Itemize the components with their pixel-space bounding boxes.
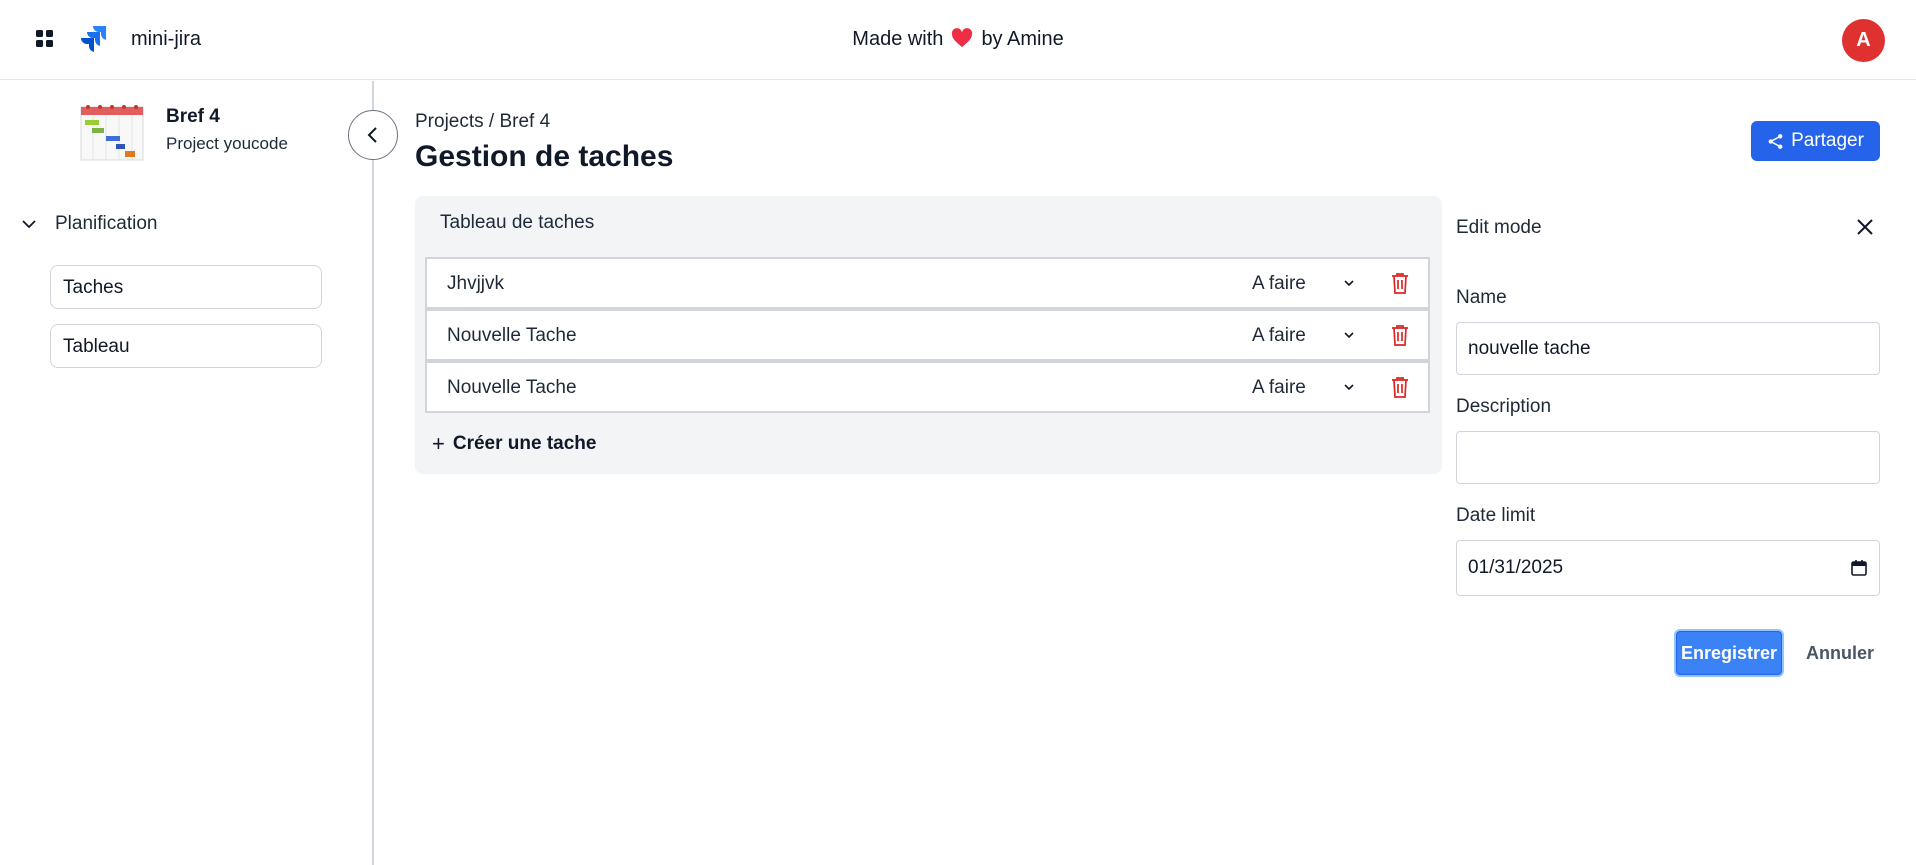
- name-field[interactable]: [1456, 322, 1880, 375]
- breadcrumb[interactable]: Projects / Bref 4: [415, 111, 550, 133]
- project-subtitle: Project youcode: [166, 134, 288, 153]
- share-icon: [1768, 133, 1783, 149]
- date-field[interactable]: 01/31/2025: [1456, 540, 1880, 596]
- chevron-down-icon: [22, 220, 36, 229]
- heart-icon: [952, 28, 973, 48]
- chevron-down-icon[interactable]: [1341, 327, 1357, 343]
- share-button[interactable]: Partager: [1751, 121, 1880, 161]
- description-label: Description: [1456, 396, 1552, 417]
- sidebar: Bref 4 Project youcode Planification Tac…: [0, 81, 374, 865]
- calendar-icon[interactable]: [1850, 559, 1868, 577]
- board-title: Tableau de taches: [440, 212, 595, 233]
- task-status-select[interactable]: A faire: [1252, 325, 1306, 347]
- project-name: Bref 4: [166, 106, 220, 127]
- made-with-suffix: by Amine: [981, 28, 1064, 50]
- task-status-select[interactable]: A faire: [1252, 377, 1306, 399]
- create-task-label: Créer une tache: [452, 433, 597, 454]
- task-name: Nouvelle Tache: [447, 377, 577, 398]
- sidebar-item-tableau[interactable]: Tableau: [50, 324, 322, 368]
- chevron-down-icon[interactable]: [1341, 379, 1357, 395]
- date-label: Date limit: [1456, 505, 1536, 526]
- trash-icon[interactable]: [1389, 271, 1411, 295]
- sidebar-item-taches[interactable]: Taches: [50, 265, 322, 309]
- page-title: Gestion de taches: [415, 140, 674, 173]
- section-toggle-planification[interactable]: Planification: [20, 213, 157, 235]
- edit-panel-title: Edit mode: [1456, 217, 1542, 238]
- chevron-down-icon[interactable]: [1341, 275, 1357, 291]
- task-row[interactable]: Nouvelle Tache A faire: [425, 361, 1430, 413]
- task-status-select[interactable]: A faire: [1252, 273, 1306, 295]
- save-button[interactable]: Enregistrer: [1674, 629, 1784, 677]
- create-task-button[interactable]: + Créer une tache: [432, 433, 596, 455]
- made-with-prefix: Made with: [852, 28, 944, 50]
- description-field[interactable]: [1456, 431, 1880, 484]
- plus-icon: +: [432, 431, 445, 456]
- task-row[interactable]: Jhvjjvk A faire: [425, 257, 1430, 309]
- user-avatar[interactable]: A: [1842, 19, 1885, 62]
- collapse-sidebar-button[interactable]: [348, 110, 398, 160]
- trash-icon[interactable]: [1389, 375, 1411, 399]
- section-label: Planification: [55, 213, 158, 234]
- top-bar: mini-jira Made with by Amine A: [0, 0, 1916, 80]
- task-row[interactable]: Nouvelle Tache A faire: [425, 309, 1430, 361]
- close-icon[interactable]: [1855, 217, 1875, 237]
- task-board: Tableau de taches Jhvjjvk A faire Nouvel…: [415, 196, 1442, 474]
- name-label: Name: [1456, 287, 1507, 308]
- share-label: Partager: [1791, 130, 1864, 151]
- project-gantt-icon: [80, 105, 144, 161]
- chevron-left-icon: [367, 127, 377, 143]
- trash-icon[interactable]: [1389, 323, 1411, 347]
- task-name: Nouvelle Tache: [447, 325, 577, 346]
- made-with-credit: Made with by Amine: [0, 28, 1916, 51]
- task-name: Jhvjjvk: [447, 273, 505, 294]
- cancel-button[interactable]: Annuler: [1800, 629, 1880, 677]
- date-value: 01/31/2025: [1468, 557, 1564, 578]
